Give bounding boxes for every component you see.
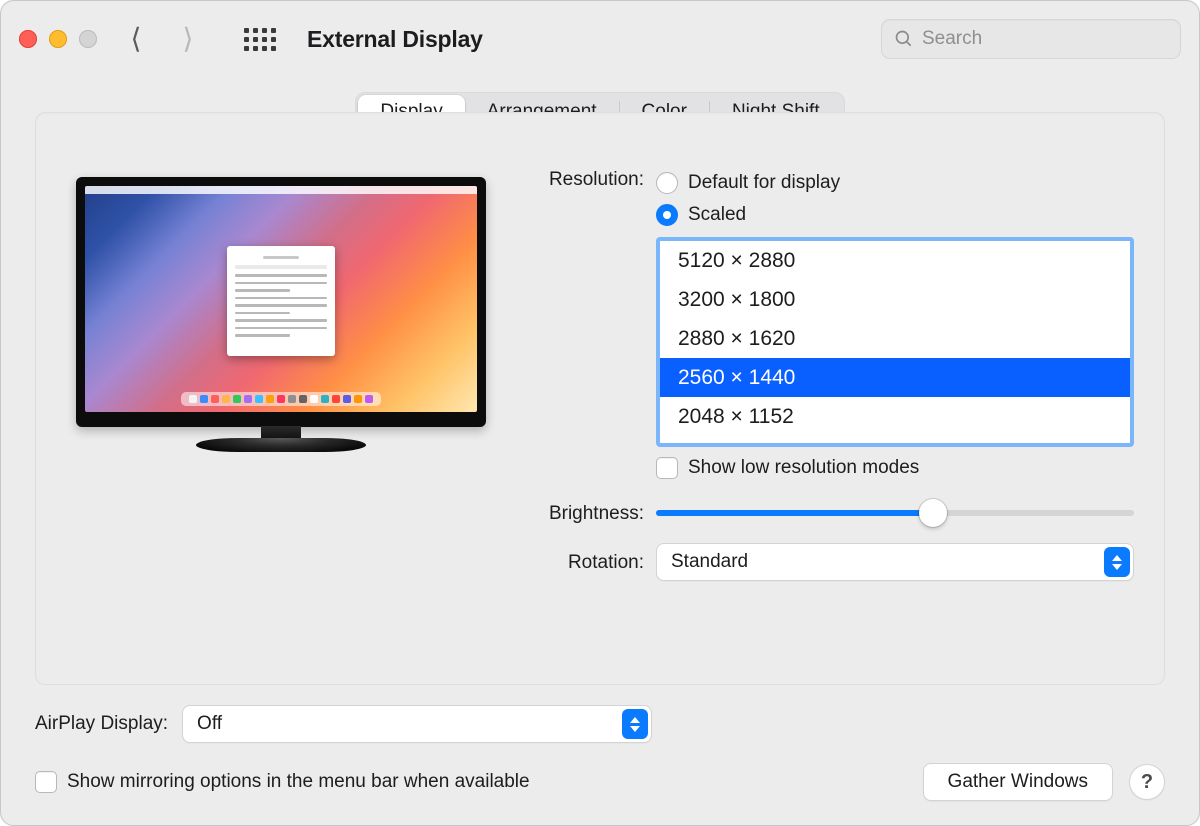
resolution-label: Resolution: [516, 167, 656, 479]
search-input[interactable] [922, 28, 1168, 50]
preferences-window: ⟨ ⟩ External Display Display Arrangement [0, 0, 1200, 826]
chevron-right-icon: ⟩ [183, 25, 194, 53]
resolution-scaled-label: Scaled [688, 204, 746, 226]
window-controls [19, 30, 97, 48]
zoom-window-button[interactable] [79, 30, 97, 48]
rotation-popup[interactable]: Standard [656, 543, 1134, 581]
resolution-list[interactable]: 5120 × 28803200 × 18002880 × 16202560 × … [656, 237, 1134, 447]
rotation-value: Standard [671, 551, 748, 573]
resolution-option[interactable]: 5120 × 2880 [660, 241, 1130, 280]
minimize-window-button[interactable] [49, 30, 67, 48]
resolution-default-option[interactable]: Default for display [656, 167, 1134, 199]
rotation-label: Rotation: [516, 550, 656, 574]
monitor-icon [76, 177, 486, 452]
show-all-preferences-button[interactable] [239, 18, 281, 60]
display-preview [36, 157, 486, 684]
gather-windows-button[interactable]: Gather Windows [923, 763, 1113, 801]
back-button[interactable]: ⟨ [115, 18, 157, 60]
chevron-left-icon: ⟨ [131, 25, 142, 53]
checkbox-icon [656, 457, 678, 479]
rotation-row: Rotation: Standard [516, 543, 1134, 581]
mirroring-checkbox[interactable]: Show mirroring options in the menu bar w… [35, 771, 530, 793]
window-title: External Display [307, 26, 483, 53]
forward-button[interactable]: ⟩ [167, 18, 209, 60]
show-low-res-label: Show low resolution modes [688, 457, 919, 479]
resolution-row: Resolution: Default for display Scaled 5… [516, 167, 1134, 479]
resolution-default-label: Default for display [688, 172, 840, 194]
resolution-option[interactable]: 2560 × 1440 [660, 358, 1130, 397]
brightness-slider[interactable] [656, 497, 1134, 529]
airplay-row: AirPlay Display: Off [35, 705, 1165, 743]
popup-stepper-icon [1104, 547, 1130, 577]
popup-stepper-icon [622, 709, 648, 739]
airplay-popup[interactable]: Off [182, 705, 652, 743]
display-controls: Resolution: Default for display Scaled 5… [486, 157, 1164, 684]
resolution-option[interactable]: 2048 × 1152 [660, 397, 1130, 436]
search-icon [894, 29, 914, 49]
resolution-option[interactable]: 3200 × 1800 [660, 280, 1130, 319]
brightness-row: Brightness: [516, 497, 1134, 529]
toolbar: ⟨ ⟩ External Display [1, 1, 1199, 77]
radio-icon [656, 204, 678, 226]
footer: AirPlay Display: Off Show mirroring opti… [1, 685, 1199, 825]
help-button[interactable]: ? [1129, 764, 1165, 800]
resolution-scaled-option[interactable]: Scaled [656, 199, 1134, 231]
show-low-res-checkbox[interactable]: Show low resolution modes [656, 457, 1134, 479]
resolution-option[interactable]: 1600 × 900 [660, 436, 1130, 443]
footer-bottom-row: Show mirroring options in the menu bar w… [35, 763, 1165, 801]
resolution-option[interactable]: 2880 × 1620 [660, 319, 1130, 358]
slider-thumb-icon[interactable] [919, 499, 947, 527]
airplay-label: AirPlay Display: [35, 713, 168, 735]
checkbox-icon [35, 771, 57, 793]
search-field[interactable] [881, 19, 1181, 59]
close-window-button[interactable] [19, 30, 37, 48]
apps-grid-icon [244, 28, 276, 51]
mirroring-label: Show mirroring options in the menu bar w… [67, 771, 530, 793]
display-panel: Resolution: Default for display Scaled 5… [35, 112, 1165, 685]
brightness-label: Brightness: [516, 501, 656, 525]
radio-icon [656, 172, 678, 194]
airplay-value: Off [197, 713, 222, 735]
